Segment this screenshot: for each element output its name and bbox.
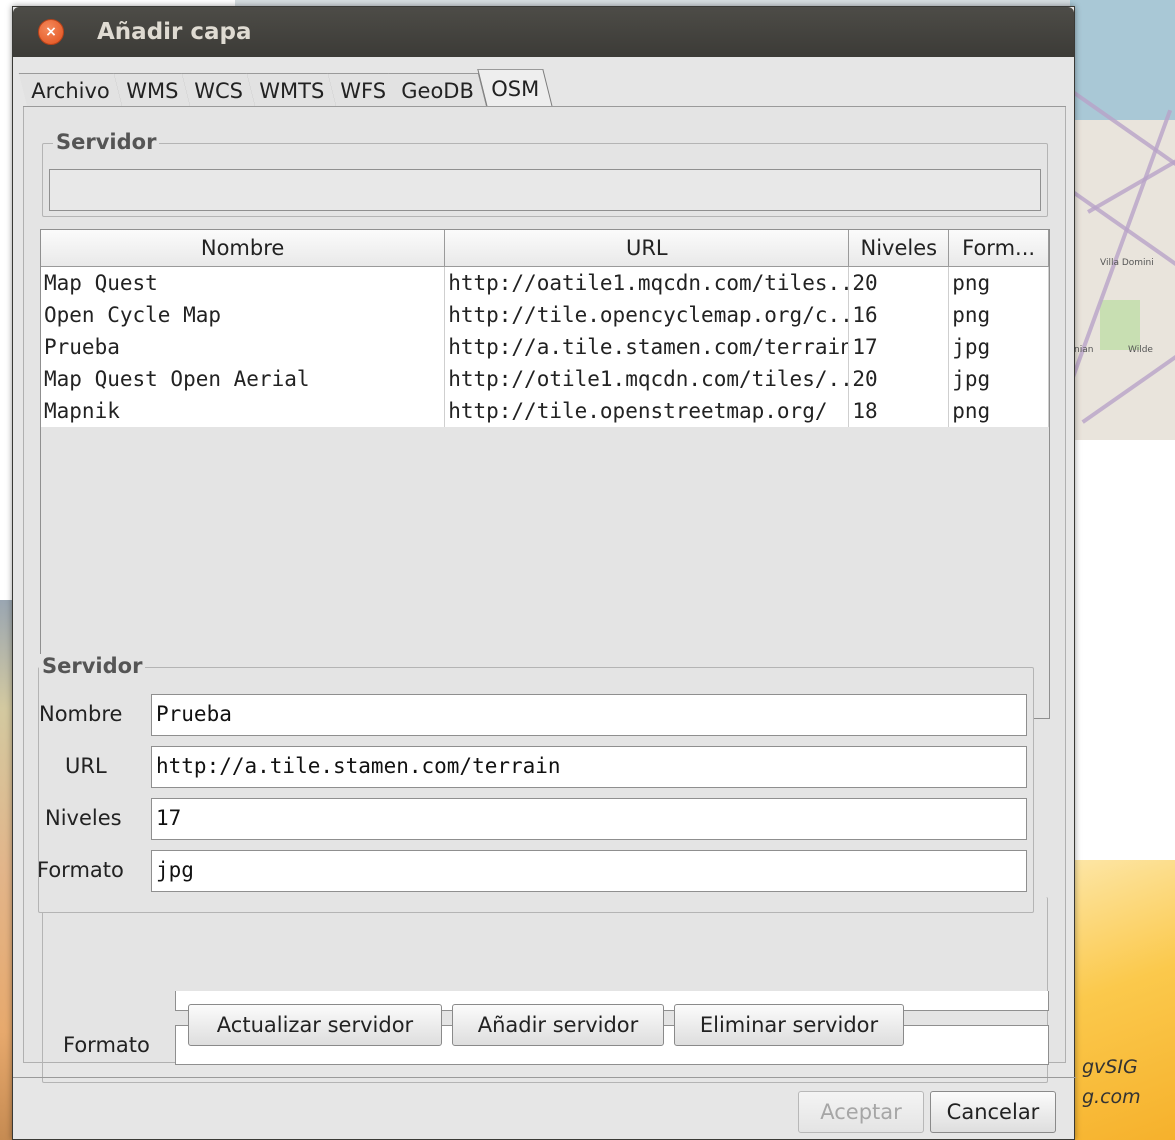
- tab-geodb[interactable]: GeoDB: [389, 73, 488, 107]
- cell-url: http://tile.openstreetmap.org/: [445, 395, 850, 427]
- url-label: URL: [65, 754, 107, 778]
- tab-wmts[interactable]: WMTS: [246, 73, 337, 107]
- column-header-niveles[interactable]: Niveles: [849, 230, 950, 266]
- formato-label-secondary: Formato: [63, 1033, 150, 1057]
- map-label: Wilde: [1128, 345, 1153, 355]
- server-table: Nombre URL Niveles Form... Map Quest htt…: [40, 229, 1050, 719]
- brand-text: gvSIG: [1082, 1056, 1138, 1078]
- map-label: nian: [1074, 345, 1094, 355]
- add-layer-dialog: × Añadir capa Archivo WMS WCS WMTS WFS G…: [12, 6, 1076, 1140]
- cell-url: http://otile1.mqcdn.com/tiles/...: [445, 363, 850, 395]
- cell-niveles: 18: [849, 395, 950, 427]
- osm-panel: Servidor Nombre URL Niveles Form... Map …: [23, 107, 1066, 1083]
- cell-formato: jpg: [949, 331, 1049, 363]
- table-row[interactable]: Prueba http://a.tile.stamen.com/terrain …: [41, 331, 1049, 363]
- map-road: [1070, 109, 1173, 431]
- cell-nombre: Open Cycle Map: [41, 299, 446, 331]
- url-field[interactable]: http://a.tile.stamen.com/terrain: [151, 746, 1027, 788]
- background-left-map: [0, 600, 12, 1140]
- table-row[interactable]: Map Quest Open Aerial http://otile1.mqcd…: [41, 363, 1049, 395]
- niveles-label: Niveles: [45, 806, 122, 830]
- cell-formato: jpg: [949, 363, 1049, 395]
- tab-archivo[interactable]: Archivo: [18, 73, 123, 107]
- update-server-button[interactable]: Actualizar servidor: [188, 1004, 442, 1046]
- title-bar: × Añadir capa: [13, 7, 1074, 57]
- tab-wcs[interactable]: WCS: [181, 73, 256, 107]
- cell-url: http://oatile1.mqcdn.com/tiles...: [445, 267, 850, 299]
- cell-niveles: 17: [849, 331, 950, 363]
- table-row[interactable]: Open Cycle Map http://tile.opencyclemap.…: [41, 299, 1049, 331]
- column-header-url[interactable]: URL: [445, 230, 850, 266]
- add-server-button[interactable]: Añadir servidor: [452, 1004, 664, 1046]
- background-map: Villa Domini nian Wilde: [1070, 0, 1175, 440]
- accept-button[interactable]: Aceptar: [798, 1091, 924, 1133]
- cell-formato: png: [949, 299, 1049, 331]
- column-header-nombre[interactable]: Nombre: [41, 230, 446, 266]
- formato-label: Formato: [37, 858, 124, 882]
- table-row[interactable]: Map Quest http://oatile1.mqcdn.com/tiles…: [41, 267, 1049, 299]
- cell-niveles: 16: [849, 299, 950, 331]
- cell-nombre: Map Quest Open Aerial: [41, 363, 446, 395]
- cell-url: http://tile.opencyclemap.org/c...: [445, 299, 850, 331]
- server-details-legend: Servidor: [39, 654, 146, 678]
- niveles-field[interactable]: 17: [151, 798, 1027, 840]
- cell-nombre: Prueba: [41, 331, 446, 363]
- cell-formato: png: [949, 267, 1049, 299]
- dialog-title: Añadir capa: [97, 19, 252, 45]
- cell-nombre: Mapnik: [41, 395, 446, 427]
- map-road: [1087, 150, 1175, 214]
- close-icon[interactable]: ×: [38, 19, 64, 45]
- cell-niveles: 20: [849, 363, 950, 395]
- table-row[interactable]: Mapnik http://tile.openstreetmap.org/ 18…: [41, 395, 1049, 427]
- footer-divider: [13, 1077, 1076, 1078]
- tab-bar: Archivo WMS WCS WMTS WFS GeoDB OSM: [18, 69, 553, 107]
- map-label: Villa Domini: [1100, 258, 1154, 268]
- column-header-formato[interactable]: Form...: [949, 230, 1049, 266]
- server-field[interactable]: [49, 169, 1041, 211]
- server-details-group: Servidor Nombre Prueba URL http://a.tile…: [37, 654, 1034, 913]
- server-group-legend: Servidor: [53, 130, 160, 154]
- cell-url: http://a.tile.stamen.com/terrain: [445, 331, 850, 363]
- nombre-label: Nombre: [39, 702, 123, 726]
- details-background-group: Formato: [42, 897, 1049, 1083]
- table-header: Nombre URL Niveles Form...: [41, 230, 1049, 267]
- map-park: [1100, 300, 1140, 350]
- cell-nombre: Map Quest: [41, 267, 446, 299]
- tab-osm[interactable]: OSM: [477, 69, 553, 107]
- background-brand-banner: gvSIG g.com: [1070, 860, 1175, 1140]
- background-left: [0, 0, 12, 600]
- remove-server-button[interactable]: Eliminar servidor: [674, 1004, 904, 1046]
- nombre-field[interactable]: Prueba: [151, 694, 1027, 736]
- tab-wms[interactable]: WMS: [113, 73, 191, 107]
- brand-url: g.com: [1082, 1086, 1141, 1108]
- cancel-button[interactable]: Cancelar: [930, 1091, 1056, 1133]
- tab-wfs[interactable]: WFS: [327, 73, 399, 107]
- cell-formato: png: [949, 395, 1049, 427]
- cell-niveles: 20: [849, 267, 950, 299]
- server-group: Servidor: [42, 130, 1048, 217]
- formato-field[interactable]: jpg: [151, 850, 1027, 892]
